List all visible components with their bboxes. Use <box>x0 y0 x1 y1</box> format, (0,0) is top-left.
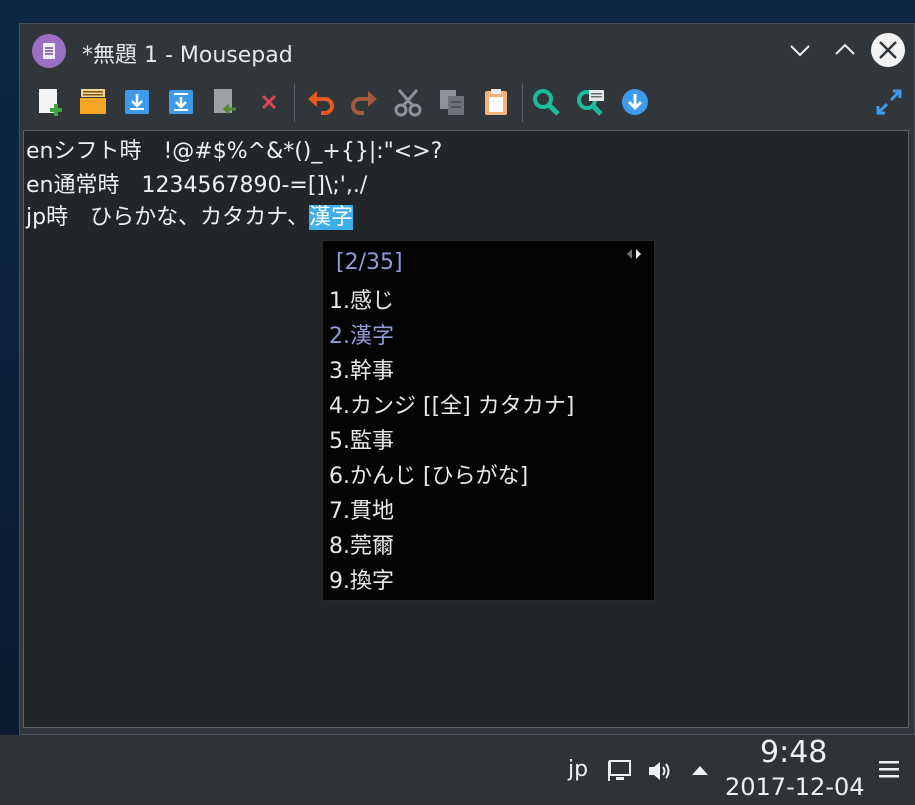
close-x-icon <box>261 94 277 110</box>
toolbar-separator <box>294 84 295 122</box>
open-folder-icon <box>80 89 106 114</box>
candidate-item[interactable]: 7.貫地 <box>329 493 394 525</box>
network-icon[interactable] <box>607 759 633 783</box>
minimize-chevron-icon[interactable] <box>788 38 812 62</box>
candidate-item[interactable]: 3.幹事 <box>329 353 394 385</box>
new-document-icon <box>39 89 62 116</box>
candidate-item[interactable]: 5.監事 <box>329 423 394 455</box>
close-document-button[interactable] <box>253 86 285 118</box>
candidate-item[interactable]: 4.カンジ [[全] カタカナ] <box>329 388 574 420</box>
page-arrows-icon[interactable] <box>626 247 642 261</box>
cut-button[interactable] <box>392 86 424 118</box>
save-as-icon <box>169 90 193 114</box>
clock-time[interactable]: 9:48 <box>760 735 827 770</box>
redo-button[interactable] <box>348 86 380 118</box>
candidate-item-active[interactable]: 2.漢字 <box>329 318 394 350</box>
close-icon <box>879 41 897 59</box>
copy-icon <box>440 90 464 115</box>
save-button[interactable] <box>121 86 153 118</box>
candidate-item[interactable]: 1.感じ <box>329 283 394 315</box>
paste-icon <box>485 89 507 115</box>
save-icon <box>125 90 149 114</box>
editor-line-1: enシフト時 !@#$%^&*()_+{}|:"<>? <box>26 139 443 164</box>
mousepad-icon[interactable] <box>32 34 66 68</box>
keyboard-layout-indicator[interactable]: jp <box>568 757 588 782</box>
copy-button[interactable] <box>436 86 468 118</box>
undo-icon <box>308 91 334 115</box>
revert-icon <box>214 89 236 115</box>
find-button[interactable] <box>530 86 562 118</box>
ime-candidate-popup: [2/35] 1.感じ 2.漢字 3.幹事 4.カンジ [[全] カタカナ] 5… <box>322 240 655 601</box>
line-3-prefix: jp時 ひらかな、カタカナ、 <box>26 205 309 230</box>
undo-button[interactable] <box>305 86 337 118</box>
title-bar[interactable]: *無題 1 - Mousepad <box>20 24 914 76</box>
editor-line-3: jp時 ひらかな、カタカナ、漢字 <box>26 203 353 233</box>
find-replace-icon <box>577 90 604 116</box>
toolbar-separator <box>522 84 523 122</box>
clock-date[interactable]: 2017-12-04 <box>725 773 864 801</box>
editor-line-2: en通常時 1234567890-=[]\;',./ <box>26 173 368 198</box>
candidate-item[interactable]: 8.莞爾 <box>329 528 394 560</box>
system-panel: jp 9:48 2017-12-04 <box>0 735 915 805</box>
revert-button[interactable] <box>209 86 241 118</box>
selected-text[interactable]: 漢字 <box>308 205 353 230</box>
open-file-button[interactable] <box>77 86 109 118</box>
maximize-chevron-icon[interactable] <box>833 38 857 62</box>
save-as-button[interactable] <box>165 86 197 118</box>
candidate-page-indicator: [2/35] <box>336 250 403 275</box>
find-replace-button[interactable] <box>575 86 607 118</box>
close-window-button[interactable] <box>871 33 905 67</box>
volume-icon[interactable] <box>647 759 673 783</box>
redo-icon <box>351 91 377 115</box>
paste-button[interactable] <box>480 86 512 118</box>
toolbar <box>20 76 914 130</box>
candidate-item[interactable]: 6.かんじ [ひらがな] <box>329 458 528 490</box>
go-to-button[interactable] <box>619 86 651 118</box>
fullscreen-icon <box>876 89 902 115</box>
expand-tray-icon[interactable] <box>690 763 710 777</box>
find-icon <box>533 89 560 116</box>
candidate-item[interactable]: 9.換字 <box>329 563 394 595</box>
menu-hamburger-icon[interactable] <box>878 759 900 779</box>
cut-icon <box>394 89 422 117</box>
fullscreen-button[interactable] <box>873 86 905 118</box>
window-title: *無題 1 - Mousepad <box>82 43 293 68</box>
new-document-button[interactable] <box>34 86 66 118</box>
go-down-icon <box>622 89 648 115</box>
